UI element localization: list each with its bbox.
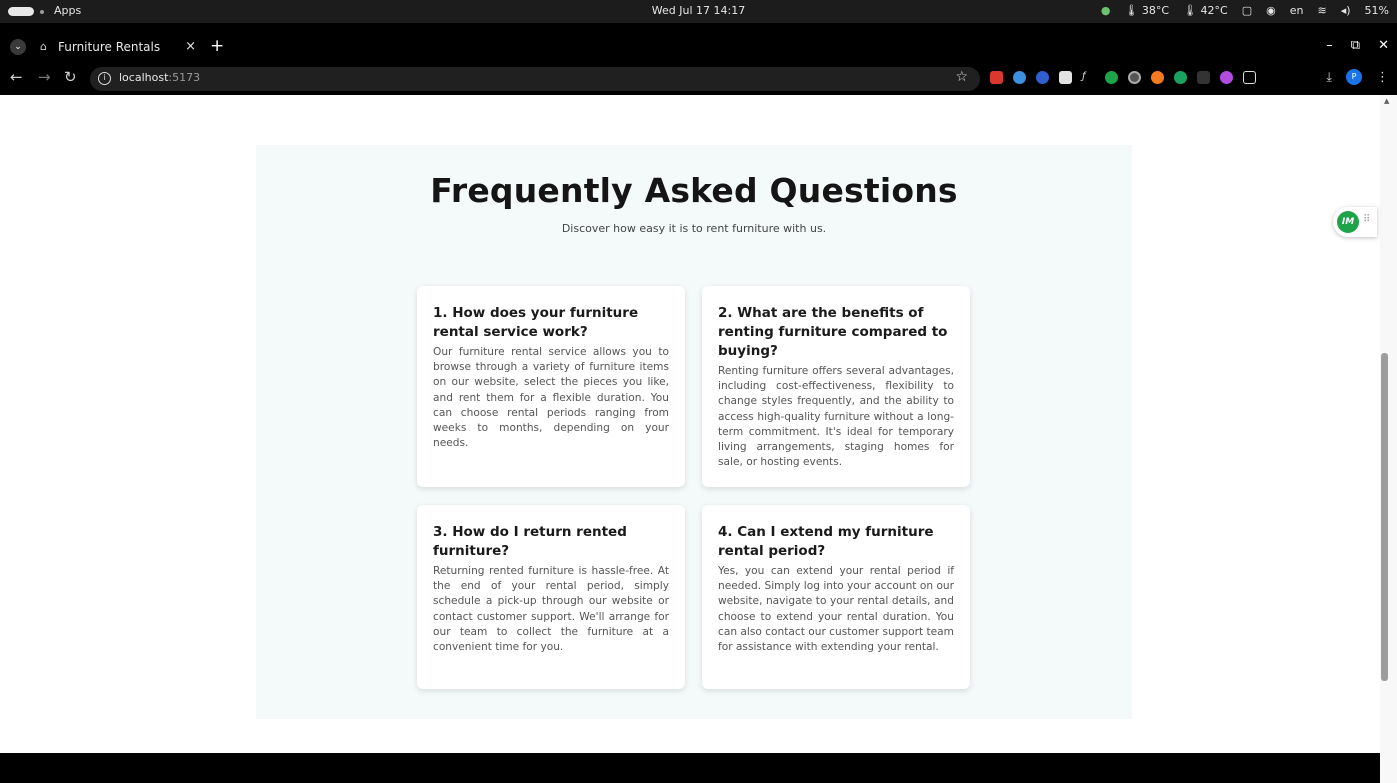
extension-icon-6[interactable] bbox=[1105, 71, 1118, 84]
font-extension-icon[interactable]: ƒ bbox=[1082, 71, 1095, 84]
couch-icon: ⌂ bbox=[40, 40, 47, 53]
tab-search-icon[interactable]: ⌄ bbox=[10, 39, 26, 55]
faq-answer: Returning rented furniture is hassle-fre… bbox=[433, 565, 669, 654]
battery-indicator[interactable]: 51% bbox=[1365, 4, 1389, 17]
bookmark-star-icon[interactable]: ☆ bbox=[955, 69, 968, 85]
faq-card: 1. How does your furniture rental servic… bbox=[417, 286, 685, 487]
faq-question: 1. How does your furniture rental servic… bbox=[433, 305, 639, 340]
faq-subtitle: Discover how easy it is to rent furnitur… bbox=[561, 222, 827, 235]
minimize-icon[interactable]: – bbox=[1326, 38, 1333, 53]
faq-question: 2. What are the benefits of renting furn… bbox=[718, 305, 948, 359]
cpu-temp: 🌡 38°C bbox=[1124, 4, 1170, 17]
extension-icon-1[interactable] bbox=[990, 71, 1003, 84]
extension-icon-8[interactable] bbox=[1151, 71, 1164, 84]
profile-avatar[interactable]: P bbox=[1346, 69, 1362, 85]
url-host: localhost bbox=[119, 71, 169, 84]
window-controls: – ⧉ ✕ bbox=[1326, 38, 1389, 53]
browser-tab-strip: ⌄ ⌂ Furniture Rentals × + – ⧉ ✕ bbox=[0, 23, 1397, 63]
shield-icon[interactable]: ● bbox=[1101, 4, 1111, 17]
faq-question: 4. Can I extend my furniture rental peri… bbox=[718, 524, 934, 559]
extension-icon-10[interactable] bbox=[1197, 71, 1210, 84]
forward-arrow-icon[interactable]: → bbox=[38, 68, 51, 86]
extension-icon-2[interactable] bbox=[1013, 71, 1026, 84]
browser-toolbar: ← → ↻ i localhost:5173 ☆ ƒ ⤓ P ⋮ bbox=[0, 63, 1397, 95]
drag-handle-icon[interactable]: ⠿ bbox=[1363, 214, 1370, 225]
faq-answer: Yes, you can extend your rental period i… bbox=[718, 565, 954, 654]
language-indicator[interactable]: en bbox=[1290, 4, 1304, 17]
close-tab-icon[interactable]: × bbox=[185, 39, 196, 54]
scroll-up-arrow-icon[interactable]: ▲ bbox=[1384, 97, 1389, 105]
close-window-icon[interactable]: ✕ bbox=[1378, 38, 1389, 53]
url-text[interactable]: localhost:5173 bbox=[119, 71, 200, 84]
floating-extension-badge[interactable]: IM ⠿ bbox=[1333, 207, 1377, 237]
page-viewport: Frequently Asked Questions Discover how … bbox=[0, 95, 1380, 753]
wifi-icon[interactable]: ≋ bbox=[1318, 4, 1327, 17]
extension-icon-7[interactable] bbox=[1128, 71, 1141, 84]
extensions-row: ƒ bbox=[990, 71, 1256, 84]
new-tab-button[interactable]: + bbox=[210, 36, 224, 56]
faq-card: 3. How do I return rented furniture? Ret… bbox=[417, 505, 685, 689]
faq-question: 3. How do I return rented furniture? bbox=[433, 524, 627, 559]
extension-icon-3[interactable] bbox=[1036, 71, 1049, 84]
faq-title: Frequently Asked Questions bbox=[430, 171, 958, 210]
extension-icon-11[interactable] bbox=[1220, 71, 1233, 84]
tab-title: Furniture Rentals bbox=[58, 40, 161, 54]
url-port: :5173 bbox=[168, 71, 201, 84]
download-icon[interactable]: ⤓ bbox=[1326, 70, 1332, 85]
faq-answer: Renting furniture offers several advanta… bbox=[718, 365, 954, 469]
grammarly-icon[interactable] bbox=[1174, 71, 1187, 84]
scrollbar-thumb[interactable] bbox=[1381, 353, 1388, 681]
page-footer bbox=[0, 753, 1380, 783]
extension-icon-4[interactable] bbox=[1059, 71, 1072, 84]
reload-icon[interactable]: ↻ bbox=[64, 68, 77, 86]
faq-section: Frequently Asked Questions Discover how … bbox=[256, 145, 1132, 719]
address-bar[interactable]: i localhost:5173 ☆ bbox=[90, 67, 980, 91]
tab-furniture-rentals[interactable]: ⌂ Furniture Rentals × bbox=[32, 37, 204, 59]
clipboard-icon[interactable]: ▢ bbox=[1242, 4, 1252, 17]
accessibility-icon[interactable]: ◉ bbox=[1266, 4, 1276, 17]
menu-kebab-icon[interactable]: ⋮ bbox=[1376, 70, 1389, 85]
faq-answer: Our furniture rental service allows you … bbox=[433, 346, 669, 450]
back-arrow-icon[interactable]: ← bbox=[10, 68, 23, 86]
restore-icon[interactable]: ⧉ bbox=[1351, 38, 1360, 53]
gpu-temp: 🌡 42°C bbox=[1183, 4, 1228, 17]
toolbar-right: ⤓ P ⋮ bbox=[1326, 69, 1389, 85]
volume-icon[interactable]: ◂) bbox=[1341, 4, 1351, 17]
badge-logo[interactable]: IM bbox=[1337, 211, 1359, 233]
site-info-icon[interactable]: i bbox=[98, 72, 111, 85]
faq-card: 2. What are the benefits of renting furn… bbox=[702, 286, 970, 487]
puzzle-extensions-icon[interactable] bbox=[1243, 71, 1256, 84]
os-top-bar: Apps Wed Jul 17 14:17 ● 🌡 38°C 🌡 42°C ▢ … bbox=[0, 0, 1397, 23]
faq-card: 4. Can I extend my furniture rental peri… bbox=[702, 505, 970, 689]
system-status-area[interactable]: ● 🌡 38°C 🌡 42°C ▢ ◉ en ≋ ◂) 51% bbox=[1101, 4, 1389, 17]
